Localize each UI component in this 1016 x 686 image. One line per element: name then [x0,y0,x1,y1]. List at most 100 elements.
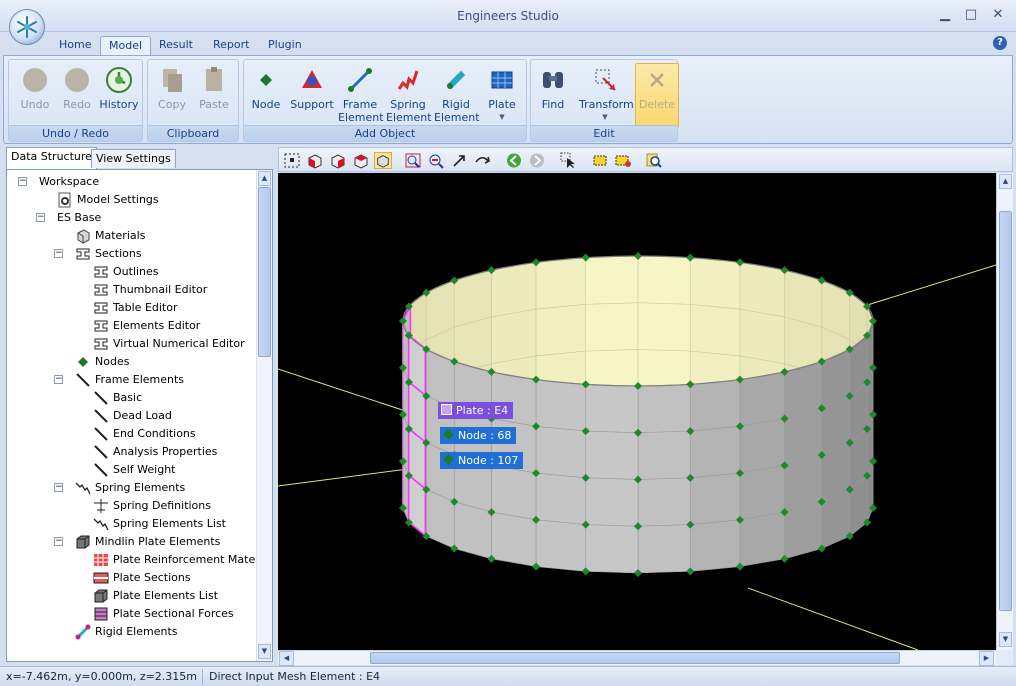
tree-item-elements-editor[interactable]: Elements Editor [93,317,200,335]
tree-item-mindlin-plate-elements[interactable]: Mindlin Plate Elements [75,533,220,551]
copy-button[interactable]: Copy [150,64,194,111]
close-button[interactable]: ✕ [987,7,1009,23]
find-button[interactable]: Find [531,64,575,111]
scroll-up-icon[interactable]: ▲ [258,171,271,186]
minimize-button[interactable]: ▁ [934,7,956,23]
help-button[interactable]: ? [993,36,1007,50]
tree-expander-icon[interactable]: − [54,375,63,384]
frame-element-label: Frame Element [338,98,384,124]
reinforcement-icon [94,554,108,566]
exterior-wall-plate [739,418,785,474]
tree-item-label: Spring Elements List [113,517,226,530]
tree-item-table-editor[interactable]: Table Editor [93,299,178,317]
tree-item-plate-sectional-forces[interactable]: Plate Sectional Forces [93,605,234,623]
tree-item-frame-elements[interactable]: Frame Elements [75,371,184,389]
tree-item-plate-sections[interactable]: Plate Sections [93,569,191,587]
tree-item-spring-definitions[interactable]: Spring Definitions [93,497,211,515]
tab-view-settings[interactable]: View Settings [91,149,176,168]
tree-item-rigid-elements[interactable]: Rigid Elements [75,623,178,641]
tree-item-self-weight[interactable]: Self Weight [93,461,176,479]
interior-wall-plate [739,262,785,318]
undo-button[interactable]: Undo [13,64,57,111]
tree-item-plate-elements-list[interactable]: Plate Elements List [93,587,218,605]
delete-button[interactable]: Delete [635,63,679,128]
title-bar: Engineers Studio ▁ □ ✕ [0,0,1016,32]
rotate-icon[interactable] [473,152,491,169]
tree-item-dead-load[interactable]: Dead Load [93,407,172,425]
tree-item-label: Dead Load [113,409,172,422]
scroll-down-icon[interactable]: ▼ [258,644,271,659]
tree-expander-icon[interactable]: − [54,537,63,546]
frame-element-button[interactable]: Frame Element [338,64,384,124]
redo-button[interactable]: Redo [55,64,99,111]
redo-label: Redo [63,98,91,111]
tree-item-label: Materials [95,229,146,242]
rigid-element-button[interactable]: Rigid Element [434,64,480,124]
tree-expander-icon[interactable]: − [54,483,63,492]
3d-viewport[interactable]: Plate : E4 Node : 68 Node : 107 [278,173,996,650]
forward-arrow-icon[interactable] [528,152,546,169]
transform-button[interactable]: Transform ▼ [579,64,634,124]
tree-expander-icon[interactable]: − [36,213,45,222]
tree-item-materials[interactable]: Materials [75,227,145,245]
scrollbar-thumb[interactable] [258,187,271,357]
tab-model[interactable]: Model [100,36,152,56]
scroll-up-icon[interactable]: ▲ [999,174,1012,189]
back-arrow-icon[interactable] [505,152,523,169]
select-box-icon[interactable] [591,152,609,169]
tree-expander-icon[interactable]: − [54,249,63,258]
interior-wall-plate [491,262,537,318]
pointer-select-icon[interactable] [560,152,578,169]
view-side-icon[interactable] [329,152,347,169]
history-icon [106,67,132,93]
node-button[interactable]: Node [244,64,288,111]
tree-item-outlines[interactable]: Outlines [93,263,159,281]
tab-home[interactable]: Home [51,36,99,56]
scroll-right-icon[interactable]: ▶ [979,651,994,666]
tree-item-spring-elements-list[interactable]: Spring Elements List [93,515,226,533]
tree-item-virtual-numerical-editor[interactable]: Virtual Numerical Editor [93,335,245,353]
spring-element-button[interactable]: Spring Element [386,64,432,124]
tree-item-plate-reinforcement-materials[interactable]: Plate Reinforcement Materials [93,551,272,569]
tree-item-analysis-properties[interactable]: Analysis Properties [93,443,217,461]
history-button[interactable]: History [97,64,141,111]
support-icon [302,70,322,88]
paste-button[interactable]: Paste [192,64,236,111]
view-top-icon[interactable] [352,152,370,169]
tab-report[interactable]: Report [205,36,257,56]
scroll-down-icon[interactable]: ▼ [999,632,1012,647]
viewport-vertical-scrollbar[interactable]: ▲ ▼ [996,173,1013,650]
tree-item-end-conditions[interactable]: End Conditions [93,425,196,443]
tab-data-structure[interactable]: Data Structure [6,147,97,169]
tree-item-workspace[interactable]: Workspace [39,173,99,191]
tree-item-nodes[interactable]: Nodes [75,353,129,371]
chevron-down-icon: ▼ [499,113,505,121]
maximize-button[interactable]: □ [960,7,982,23]
zoom-fit-icon[interactable] [404,152,422,169]
scrollbar-thumb[interactable] [999,211,1012,611]
app-menu-button[interactable] [9,9,45,45]
select-cross-icon[interactable] [614,152,632,169]
tree-item-label: End Conditions [113,427,196,440]
tree-item-spring-elements[interactable]: Spring Elements [75,479,185,497]
viewport-horizontal-scrollbar[interactable]: ◀ ▶ [278,650,996,666]
zoom-out-icon[interactable] [427,152,445,169]
scrollbar-thumb[interactable] [370,652,900,664]
tree-scrollbar[interactable]: ▲ ▼ [256,170,272,661]
tree-item-basic[interactable]: Basic [93,389,142,407]
tab-plugin[interactable]: Plugin [260,36,310,56]
plate-button[interactable]: Plate ▼ [480,64,524,124]
tree-item-sections[interactable]: Sections [75,245,142,263]
view-front-icon[interactable] [306,152,324,169]
support-button[interactable]: Support [290,64,334,111]
select-all-icon[interactable] [283,152,301,169]
tree-item-thumbnail-editor[interactable]: Thumbnail Editor [93,281,207,299]
view-iso-icon[interactable] [374,152,392,169]
tree-expander-icon[interactable]: − [18,177,27,186]
search-icon[interactable] [645,152,663,169]
tree-item-model-settings[interactable]: Model Settings [57,191,159,209]
pan-icon[interactable] [450,152,468,169]
tab-result[interactable]: Result [151,36,201,56]
scroll-left-icon[interactable]: ◀ [279,651,294,666]
tree-item-es-base[interactable]: ES Base [57,209,101,227]
